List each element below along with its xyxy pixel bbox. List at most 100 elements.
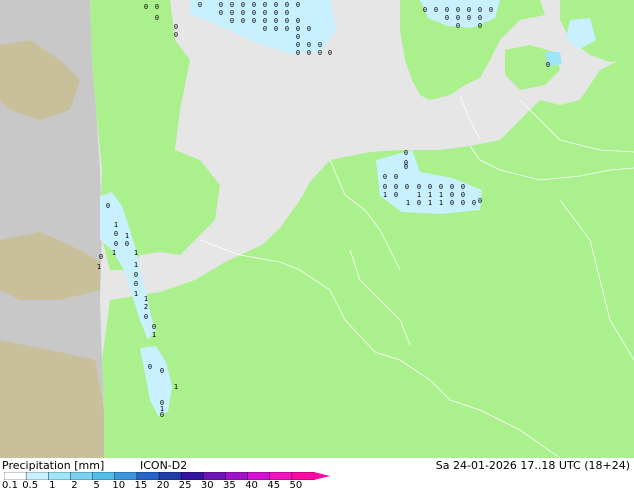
precip-cell-value: 1 [417,191,421,199]
precip-cell-value: 1 [174,383,178,391]
precip-cell-value: 0 [148,363,152,371]
precip-cell-value: 0 [394,183,398,191]
precip-cell-value: 1 [134,249,138,257]
map-canvas: 0 00000 0 0 0 0 0 0 0 00 0 0 0 0 0 00 0 0 0 0 0 00 0 0 0 000 0 000 0… [0,0,634,458]
precip-cell-value: 0 [404,149,408,157]
precip-cell-value: 0 [417,199,421,207]
precip-cell-value: 0 [296,25,300,33]
precip-cell-value: 0 [198,1,202,9]
precip-cell-value: 1 [439,199,443,207]
precip-cell-value: 1 [125,232,129,240]
precip-cell-value: 0 [296,49,300,57]
color-scale-step [92,472,116,480]
precip-cell-value: 0 [296,41,300,49]
precip-cell-value: 0 [241,9,245,17]
precip-cell-value: 0 [394,191,398,199]
precip-cell-value: 0 [274,1,278,9]
precip-cell-value: 0 [285,9,289,17]
valid-time: Sa 24-01-2026 17..18 UTC (18+24) [435,459,630,472]
precip-cell-value: 0 [263,9,267,17]
map-title: Precipitation [mm] [2,459,105,472]
precip-cell-value: 0 [383,173,387,181]
precip-cell-value: 0 [160,367,164,375]
precip-cell-value: 0 [405,183,409,191]
precip-cell-value: 0 [296,1,300,9]
precip-cell-value: 0 [230,1,234,9]
precip-cell-value: 0 [160,411,164,419]
precip-cell-value: 0 [106,202,110,210]
precip-cell-value: 0 [450,191,454,199]
precip-cell-value: 0 [134,280,138,288]
precip-cell-value: 0 [461,199,465,207]
color-scale-step [4,472,27,480]
precip-cell-value: 1 [152,331,156,339]
precip-cell-value: 0 [328,49,332,57]
precip-cell-value: 0 [478,14,482,22]
color-scale-step [136,472,160,480]
precip-cell-value: 0 [456,22,460,30]
model-name: ICON-D2 [140,459,188,472]
precipitation-map: 0000000000000000000000000000000000000000… [0,0,634,458]
precip-cell-value: 0 [252,9,256,17]
color-scale-tick: 10 [112,480,126,491]
precip-cell-value: 0 [252,17,256,25]
precip-cell-value: 0 [114,240,118,248]
precip-cell-value: 0 [445,6,449,14]
color-scale-step [114,472,138,480]
precip-cell-value: 0 [174,31,178,39]
color-scale-step [225,472,249,480]
precip-cell-value: 0 [114,230,118,238]
precip-cell-value: 1 [134,261,138,269]
precip-cell-value: 0 [307,49,311,57]
precip-cell-value: 0 [230,9,234,17]
precip-cell-value: 0 [478,197,482,205]
precip-cell-value: 0 [296,17,300,25]
precip-cell-value: 0 [450,183,454,191]
precip-cell-value: 0 [428,183,432,191]
precip-cell-value: 0 [241,1,245,9]
precip-cell-value: 0 [296,33,300,41]
precip-cell-value: 0 [383,183,387,191]
precip-cell-value: 0 [274,17,278,25]
color-scale-step [48,472,72,480]
color-scale-step [269,472,293,480]
precip-cell-value: 0 [274,9,278,17]
precip-cell-value: 1 [383,191,387,199]
color-scale-tick: 45 [267,480,281,491]
color-scale-step [25,472,49,480]
color-scale-tick: 20 [156,480,170,491]
precip-cell-value: 0 [155,14,159,22]
precip-cell-value: 0 [307,41,311,49]
precip-cell-value: 0 [478,6,482,14]
color-scale-bar [4,472,330,480]
precip-cell-value: 0 [125,240,129,248]
precip-cell-value: 0 [174,23,178,31]
color-scale-tick: 1 [49,480,56,491]
precip-cell-value: 0 [285,1,289,9]
color-scale-tick: 15 [134,480,148,491]
precip-cell-value: 0 [241,17,245,25]
precip-cell-value: 0 [434,6,438,14]
color-scale-tick: 50 [289,480,303,491]
color-scale-step [180,472,204,480]
precip-cell-value: 0 [219,1,223,9]
precip-cell-value: 0 [489,6,493,14]
precip-cell-value: 0 [285,17,289,25]
precip-cell-value: 0 [152,323,156,331]
precip-cell-value: 0 [423,6,427,14]
precip-cell-value: 0 [472,199,476,207]
precip-cell-value: 0 [155,3,159,11]
precip-cell-value: 1 [428,191,432,199]
precip-cell-value: 1 [406,199,410,207]
precip-cell-value: 1 [144,295,148,303]
color-scale-step [203,472,227,480]
precip-cell-value: 0 [134,271,138,279]
precip-cell-value: 0 [461,191,465,199]
precip-cell-value: 0 [439,183,443,191]
precip-cell-value: 1 [112,249,116,257]
precip-cell-value: 0 [263,17,267,25]
precip-cell-value: 0 [467,14,471,22]
precip-cell-value: 0 [445,14,449,22]
color-scale-tick: 0.5 [22,480,39,491]
precip-cell-value: 0 [546,61,550,69]
